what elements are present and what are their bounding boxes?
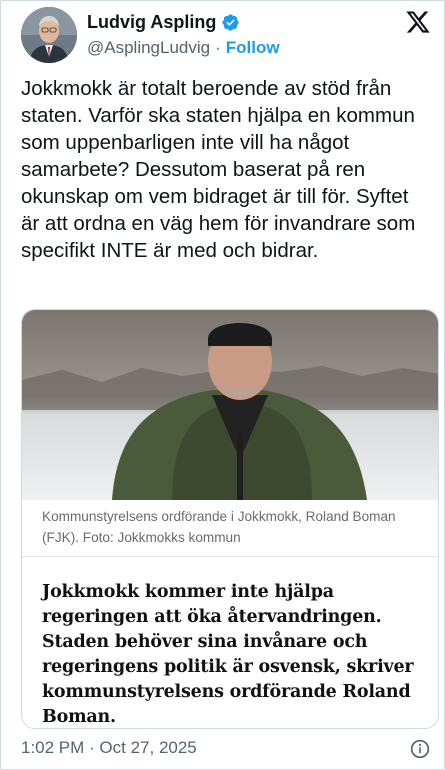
tweet-embed: Ludvig Aspling @AsplingLudvig · Follow J… xyxy=(0,0,445,770)
author-name[interactable]: Ludvig Aspling xyxy=(87,12,216,33)
article-headline[interactable]: Jokkmokk kommer inte hjälpa regeringen a… xyxy=(42,580,432,728)
tweet-timestamp[interactable]: 1:02 PM · Oct 27, 2025 xyxy=(21,738,197,758)
info-icon[interactable] xyxy=(410,739,430,759)
avatar[interactable] xyxy=(21,7,77,63)
tweet-header: Ludvig Aspling @AsplingLudvig · Follow xyxy=(21,7,431,63)
photo-caption: Kommunstyrelsens ordförande i Jokkmokk, … xyxy=(42,509,396,545)
card-divider xyxy=(22,556,438,557)
author-handle-row: @AsplingLudvig · Follow xyxy=(87,38,280,58)
card-photo xyxy=(22,310,438,500)
tweet-text: Jokkmokk är totalt beroende av stöd från… xyxy=(21,77,416,262)
author-name-row: Ludvig Aspling xyxy=(87,12,240,33)
verified-badge-icon xyxy=(222,14,239,31)
follow-button[interactable]: Follow xyxy=(226,38,280,58)
x-logo-icon[interactable] xyxy=(405,9,431,35)
separator-dot: · xyxy=(215,38,221,57)
author-handle[interactable]: @AsplingLudvig xyxy=(87,38,210,58)
link-card[interactable]: Kommunstyrelsens ordförande i Jokkmokk, … xyxy=(21,309,439,729)
